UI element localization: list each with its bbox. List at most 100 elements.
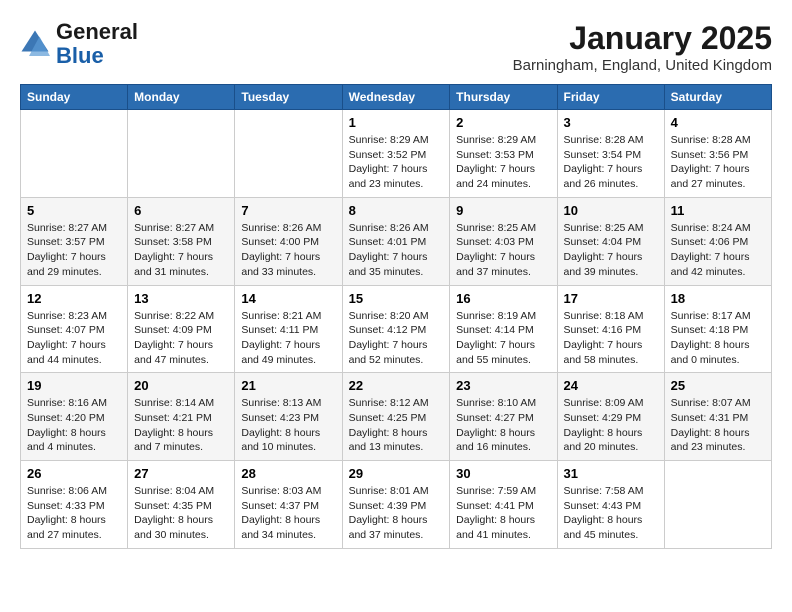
calendar-week-row: 12Sunrise: 8:23 AM Sunset: 4:07 PM Dayli… [21,285,772,373]
day-info: Sunrise: 8:17 AM Sunset: 4:18 PM Dayligh… [671,309,765,368]
day-number: 28 [241,466,335,481]
calendar-cell: 26 Sunrise: 8:06 AM Sunset: 4:33 PM Dayli… [21,461,128,549]
calendar-week-row: 19 Sunrise: 8:16 AM Sunset: 4:20 PM Dayli… [21,373,772,461]
month-title: January 2025 [513,20,772,57]
calendar-week-row: 1 Sunrise: 8:29 AM Sunset: 3:52 PM Daylig… [21,110,772,198]
title-area: January 2025 Barningham, England, United… [513,20,772,74]
calendar-header-row: SundayMondayTuesdayWednesdayThursdayFrid… [21,85,772,110]
calendar-cell: 9 Sunrise: 8:25 AM Sunset: 4:03 PM Daylig… [450,197,557,285]
calendar-cell: 19 Sunrise: 8:16 AM Sunset: 4:20 PM Dayli… [21,373,128,461]
calendar-cell: 31 Sunrise: 7:58 AM Sunset: 4:43 PM Dayli… [557,461,664,549]
day-number: 25 [671,378,765,393]
day-number: 30 [456,466,550,481]
logo-general-text: General [56,19,138,44]
day-number: 16 [456,291,550,306]
calendar-cell: 6Sunrise: 8:27 AM Sunset: 3:58 PM Daylig… [128,197,235,285]
day-info: Sunrise: 8:03 AM Sunset: 4:37 PM Dayligh… [241,484,335,543]
calendar-cell: 22 Sunrise: 8:12 AM Sunset: 4:25 PM Dayli… [342,373,450,461]
day-info: Sunrise: 8:25 AM Sunset: 4:03 PM Dayligh… [456,221,550,280]
day-info: Sunrise: 8:07 AM Sunset: 4:31 PM Dayligh… [671,396,765,455]
day-info: Sunrise: 8:25 AM Sunset: 4:04 PM Dayligh… [564,221,658,280]
day-number: 31 [564,466,658,481]
day-info: Sunrise: 8:22 AM Sunset: 4:09 PM Dayligh… [134,309,228,368]
calendar-cell: 7Sunrise: 8:26 AM Sunset: 4:00 PM Daylig… [235,197,342,285]
calendar-header-wednesday: Wednesday [342,85,450,110]
day-number: 2 [456,115,550,130]
day-number: 23 [456,378,550,393]
calendar-cell: 28 Sunrise: 8:03 AM Sunset: 4:37 PM Dayli… [235,461,342,549]
calendar-header-thursday: Thursday [450,85,557,110]
calendar-cell: 18 Sunrise: 8:17 AM Sunset: 4:18 PM Dayli… [664,285,771,373]
day-number: 21 [241,378,335,393]
day-info: Sunrise: 7:58 AM Sunset: 4:43 PM Dayligh… [564,484,658,543]
calendar-cell: 8Sunrise: 8:26 AM Sunset: 4:01 PM Daylig… [342,197,450,285]
day-info: Sunrise: 8:06 AM Sunset: 4:33 PM Dayligh… [27,484,121,543]
calendar-cell: 30 Sunrise: 7:59 AM Sunset: 4:41 PM Dayli… [450,461,557,549]
calendar-cell: 1 Sunrise: 8:29 AM Sunset: 3:52 PM Daylig… [342,110,450,198]
day-number: 18 [671,291,765,306]
calendar-cell [664,461,771,549]
day-number: 26 [27,466,121,481]
day-number: 29 [349,466,444,481]
calendar-cell: 11 Sunrise: 8:24 AM Sunset: 4:06 PM Dayli… [664,197,771,285]
calendar-week-row: 5 Sunrise: 8:27 AM Sunset: 3:57 PM Daylig… [21,197,772,285]
calendar-cell: 24 Sunrise: 8:09 AM Sunset: 4:29 PM Dayli… [557,373,664,461]
day-number: 24 [564,378,658,393]
day-info: Sunrise: 8:27 AM Sunset: 3:58 PM Dayligh… [134,221,228,280]
day-info: Sunrise: 8:29 AM Sunset: 3:53 PM Dayligh… [456,133,550,192]
day-number: 5 [27,203,121,218]
day-info: Sunrise: 8:09 AM Sunset: 4:29 PM Dayligh… [564,396,658,455]
day-info: Sunrise: 8:29 AM Sunset: 3:52 PM Dayligh… [349,133,444,192]
calendar-cell: 3Sunrise: 8:28 AM Sunset: 3:54 PM Daylig… [557,110,664,198]
logo-icon [20,29,50,59]
calendar-header-monday: Monday [128,85,235,110]
day-number: 27 [134,466,228,481]
day-number: 1 [349,115,444,130]
day-number: 9 [456,203,550,218]
calendar-cell: 10Sunrise: 8:25 AM Sunset: 4:04 PM Dayli… [557,197,664,285]
day-number: 3 [564,115,658,130]
calendar-header-saturday: Saturday [664,85,771,110]
day-info: Sunrise: 8:19 AM Sunset: 4:14 PM Dayligh… [456,309,550,368]
calendar-cell: 17 Sunrise: 8:18 AM Sunset: 4:16 PM Dayli… [557,285,664,373]
calendar-cell: 14 Sunrise: 8:21 AM Sunset: 4:11 PM Dayli… [235,285,342,373]
header: General Blue January 2025 Barningham, En… [20,20,772,74]
day-number: 4 [671,115,765,130]
day-number: 12 [27,291,121,306]
day-number: 20 [134,378,228,393]
day-number: 19 [27,378,121,393]
day-info: Sunrise: 8:18 AM Sunset: 4:16 PM Dayligh… [564,309,658,368]
day-number: 14 [241,291,335,306]
day-info: Sunrise: 8:13 AM Sunset: 4:23 PM Dayligh… [241,396,335,455]
calendar-cell: 16 Sunrise: 8:19 AM Sunset: 4:14 PM Dayli… [450,285,557,373]
day-info: Sunrise: 8:24 AM Sunset: 4:06 PM Dayligh… [671,221,765,280]
calendar-cell: 23Sunrise: 8:10 AM Sunset: 4:27 PM Dayli… [450,373,557,461]
day-number: 22 [349,378,444,393]
day-number: 17 [564,291,658,306]
day-info: Sunrise: 8:04 AM Sunset: 4:35 PM Dayligh… [134,484,228,543]
day-info: Sunrise: 7:59 AM Sunset: 4:41 PM Dayligh… [456,484,550,543]
calendar-cell [128,110,235,198]
calendar-cell: 27 Sunrise: 8:04 AM Sunset: 4:35 PM Dayli… [128,461,235,549]
calendar-header-friday: Friday [557,85,664,110]
day-info: Sunrise: 8:28 AM Sunset: 3:56 PM Dayligh… [671,133,765,192]
day-info: Sunrise: 8:01 AM Sunset: 4:39 PM Dayligh… [349,484,444,543]
location: Barningham, England, United Kingdom [513,57,772,74]
logo-blue-text: Blue [56,43,104,68]
calendar-cell: 21 Sunrise: 8:13 AM Sunset: 4:23 PM Dayli… [235,373,342,461]
day-info: Sunrise: 8:21 AM Sunset: 4:11 PM Dayligh… [241,309,335,368]
calendar-cell: 20Sunrise: 8:14 AM Sunset: 4:21 PM Dayli… [128,373,235,461]
calendar-header-sunday: Sunday [21,85,128,110]
day-number: 11 [671,203,765,218]
calendar-cell: 4 Sunrise: 8:28 AM Sunset: 3:56 PM Daylig… [664,110,771,198]
calendar-cell: 15Sunrise: 8:20 AM Sunset: 4:12 PM Dayli… [342,285,450,373]
calendar: SundayMondayTuesdayWednesdayThursdayFrid… [20,84,772,549]
day-info: Sunrise: 8:16 AM Sunset: 4:20 PM Dayligh… [27,396,121,455]
day-info: Sunrise: 8:12 AM Sunset: 4:25 PM Dayligh… [349,396,444,455]
calendar-header-tuesday: Tuesday [235,85,342,110]
calendar-cell [21,110,128,198]
day-number: 13 [134,291,228,306]
day-info: Sunrise: 8:27 AM Sunset: 3:57 PM Dayligh… [27,221,121,280]
calendar-cell: 25 Sunrise: 8:07 AM Sunset: 4:31 PM Dayli… [664,373,771,461]
logo: General Blue [20,20,138,68]
